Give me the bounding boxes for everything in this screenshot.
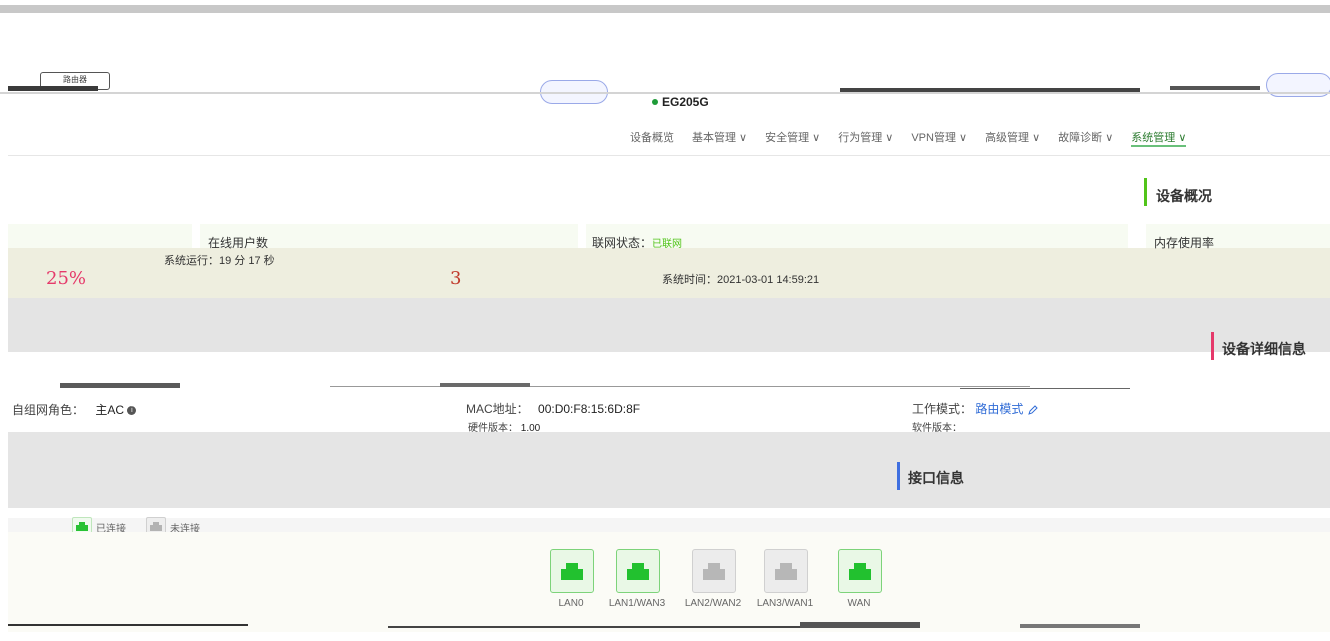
band-separator (1128, 224, 1146, 248)
section-accent-bar (897, 462, 900, 490)
port-lan3-wan1[interactable] (764, 549, 808, 593)
ethernet-port-icon (849, 563, 871, 580)
nav-item-diagnostics[interactable]: 故障诊断 ∨ (1058, 129, 1113, 147)
network-status-row: 联网状态：已联网 (592, 234, 682, 251)
mac-value: 00:D0:F8:15:6D:8F (538, 402, 641, 416)
detail-title: 设备详细信息 (1222, 341, 1306, 357)
render-artifact (800, 622, 920, 628)
role-value: 主AC (95, 403, 125, 417)
ethernet-port-icon (703, 563, 725, 580)
header-artifact (8, 86, 98, 91)
role-label: 自组网角色： (12, 403, 85, 417)
overview-title: 设备概况 (1156, 188, 1212, 204)
nav-item-security[interactable]: 安全管理 ∨ (765, 129, 820, 147)
network-status-value: 已联网 (652, 239, 683, 250)
section-accent-bar (1144, 178, 1147, 206)
memory-usage-label: 内存使用率 (1154, 236, 1215, 250)
uptime-value: 19 分 17 秒 (219, 255, 275, 267)
port-lan2-wan2[interactable] (692, 549, 736, 593)
port-area (8, 532, 1330, 632)
port-label: LAN3/WAN1 (756, 598, 814, 609)
nav-item-advanced[interactable]: 高级管理 ∨ (985, 129, 1040, 147)
ethernet-port-icon (627, 563, 649, 580)
render-artifact (960, 388, 1130, 389)
top-bar (0, 5, 1330, 13)
online-users-label: 在线用户数 (208, 236, 269, 250)
nav-item-vpn[interactable]: VPN管理 ∨ (911, 129, 967, 147)
nav-item-basic[interactable]: 基本管理 ∨ (692, 129, 747, 147)
nav-item-behavior[interactable]: 行为管理 ∨ (838, 129, 893, 147)
mac-label: MAC地址： (466, 402, 529, 416)
nav-item-system[interactable]: 系统管理 ∨ (1131, 129, 1187, 147)
port-wan[interactable] (838, 549, 882, 593)
info-icon[interactable]: i (127, 406, 137, 416)
role-row: 自组网角色： 主AC i (12, 401, 137, 418)
port-label: WAN (847, 598, 871, 609)
system-time-row: 系统时间：2021-03-01 14:59:21 (662, 271, 819, 287)
render-artifact (60, 383, 180, 388)
mac-row: MAC地址： 00:D0:F8:15:6D:8F (466, 400, 640, 417)
main-nav: 设备概览 基本管理 ∨ 安全管理 ∨ 行为管理 ∨ VPN管理 ∨ 高级管理 ∨… (630, 129, 1187, 147)
cpu-usage-value: 25% (46, 268, 87, 289)
uptime-label: 系统运行： (164, 255, 219, 267)
render-artifact (330, 386, 1030, 387)
work-mode-row: 工作模式： 路由模式 (912, 400, 1039, 417)
render-artifact (388, 626, 858, 628)
work-mode-label: 工作模式： (912, 402, 973, 416)
online-users-value: 3 (450, 268, 462, 289)
detail-lower-band (8, 432, 1330, 508)
port-lan1-wan3[interactable] (616, 549, 660, 593)
system-time-label: 系统时间： (662, 274, 717, 286)
network-status-label: 联网状态： (592, 236, 653, 250)
work-mode-link[interactable]: 路由模式 (975, 402, 1023, 416)
render-artifact (1020, 624, 1140, 628)
header-divider (0, 92, 1330, 94)
header-artifact (1170, 86, 1260, 90)
ethernet-port-icon (775, 563, 797, 580)
band-separator (192, 224, 200, 248)
nav-item-overview[interactable]: 设备概览 (630, 129, 674, 147)
band-separator (578, 224, 586, 248)
status-dot-icon (652, 99, 658, 105)
stats-grey-band (8, 298, 1330, 352)
port-label: LAN2/WAN2 (684, 598, 742, 609)
render-artifact (440, 383, 530, 387)
nav-divider (8, 155, 1330, 156)
port-label: LAN1/WAN3 (608, 598, 666, 609)
system-time-value: 2021-03-01 14:59:21 (717, 274, 820, 286)
edit-pencil-icon[interactable] (1027, 404, 1039, 416)
ethernet-port-icon (561, 563, 583, 580)
legend-row (8, 518, 1330, 532)
interfaces-title: 接口信息 (908, 470, 964, 486)
render-artifact (8, 624, 248, 626)
device-name: EG205G (662, 95, 709, 109)
section-accent-bar (1211, 332, 1214, 360)
uptime-row: 系统运行：19 分 17 秒 (164, 252, 275, 268)
port-lan0[interactable] (550, 549, 594, 593)
